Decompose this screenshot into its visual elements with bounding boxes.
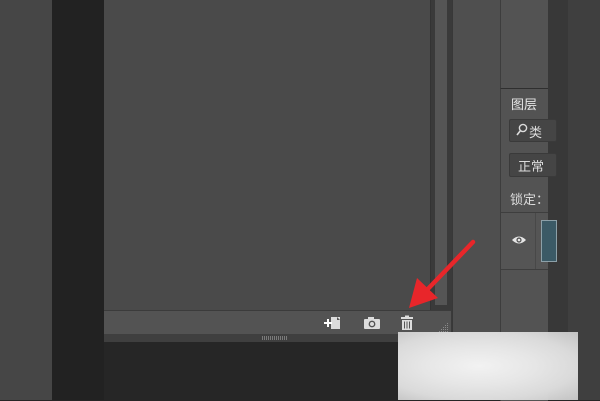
trash-icon bbox=[401, 315, 413, 330]
snapshot-button[interactable] bbox=[361, 314, 383, 332]
filter-kind-label: 类 bbox=[529, 126, 543, 141]
blend-mode-value: 正常 bbox=[518, 160, 545, 175]
layer-filter-dropdown[interactable]: 类 bbox=[509, 119, 557, 142]
annotation-arrow-icon bbox=[405, 236, 480, 311]
blend-mode-select[interactable]: 正常 bbox=[509, 153, 557, 177]
new-document-icon bbox=[324, 317, 340, 329]
upper-panel-area bbox=[500, 0, 548, 88]
watermark-overlay bbox=[398, 332, 578, 400]
divider bbox=[535, 213, 536, 269]
eye-icon[interactable] bbox=[511, 234, 527, 246]
camera-icon bbox=[364, 317, 380, 329]
panel-drag-handle[interactable] bbox=[262, 336, 288, 340]
layers-tab[interactable]: 图层 bbox=[511, 94, 537, 113]
history-panel bbox=[104, 0, 452, 342]
delete-state-button[interactable] bbox=[396, 314, 418, 332]
left-panel-strip bbox=[0, 0, 52, 400]
history-list[interactable] bbox=[104, 0, 430, 310]
search-icon bbox=[516, 123, 528, 137]
layer-thumbnail[interactable] bbox=[541, 220, 557, 262]
canvas-background bbox=[52, 0, 104, 400]
new-document-button[interactable] bbox=[321, 314, 343, 332]
lock-label: 锁定： bbox=[510, 193, 550, 208]
layer-row[interactable] bbox=[501, 213, 557, 270]
